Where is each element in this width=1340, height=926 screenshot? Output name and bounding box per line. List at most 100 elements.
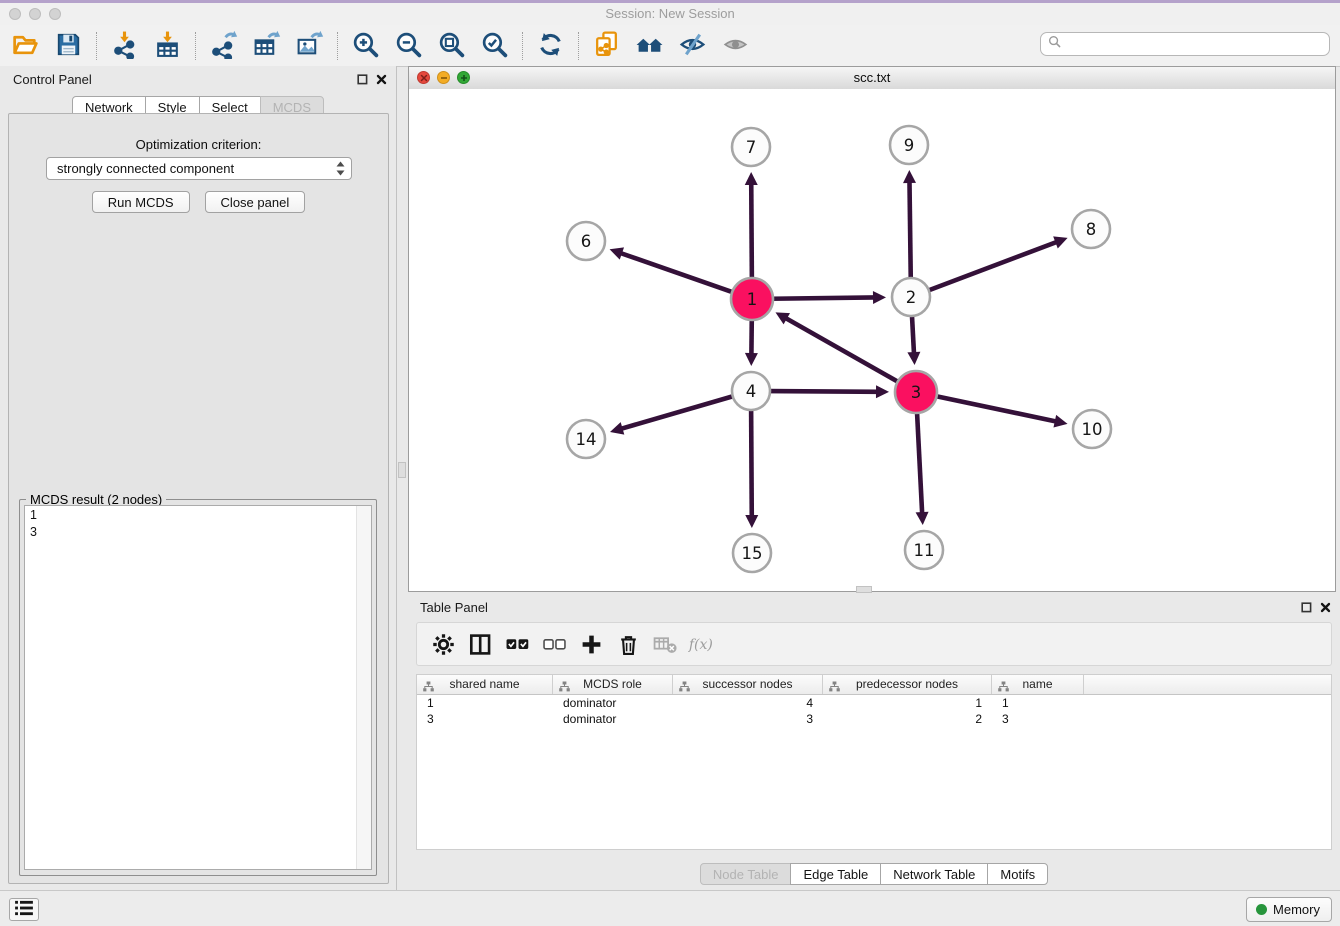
close-panel-button[interactable]: Close panel bbox=[205, 191, 306, 213]
zoom-selected-button[interactable] bbox=[473, 30, 516, 61]
network-zoom-button[interactable] bbox=[457, 71, 470, 84]
import-table-button[interactable] bbox=[146, 30, 189, 61]
network-canvas[interactable]: 1234678910111415 bbox=[409, 89, 1335, 591]
edge-4-15[interactable] bbox=[751, 408, 752, 517]
close-panel-icon[interactable] bbox=[376, 74, 387, 85]
table-body: 1dominator4113dominator323 bbox=[417, 695, 1331, 727]
node-label-11: 11 bbox=[914, 541, 935, 560]
window-controls bbox=[9, 8, 61, 20]
edge-3-10[interactable] bbox=[935, 396, 1057, 422]
edge-arrow-3-11 bbox=[916, 512, 929, 525]
column-header[interactable]: MCDS role bbox=[553, 675, 673, 694]
edge-1-6[interactable] bbox=[620, 253, 734, 293]
table-tab-node-table[interactable]: Node Table bbox=[700, 863, 792, 885]
delete-table-icon bbox=[651, 629, 679, 659]
float-panel-icon[interactable] bbox=[357, 74, 368, 85]
edge-1-7[interactable] bbox=[751, 183, 752, 280]
column-header[interactable]: successor nodes bbox=[673, 675, 823, 694]
network-minimize-button[interactable] bbox=[437, 71, 450, 84]
control-panel-header: Control Panel bbox=[0, 66, 396, 93]
edge-arrow-4-14 bbox=[610, 422, 624, 434]
window-minimize-button[interactable] bbox=[29, 8, 41, 20]
node-label-7: 7 bbox=[746, 138, 757, 157]
table-cell: 3 bbox=[992, 711, 1084, 727]
refresh-button[interactable] bbox=[529, 30, 572, 61]
add-icon[interactable] bbox=[577, 629, 605, 659]
table-panel: Table Panel f(x) shared nameMCDS rolesuc… bbox=[408, 594, 1340, 890]
memory-button[interactable]: Memory bbox=[1246, 897, 1332, 922]
edge-1-2[interactable] bbox=[771, 297, 875, 298]
table-tab-network-table[interactable]: Network Table bbox=[880, 863, 988, 885]
mcds-result-text[interactable]: 1 3 bbox=[24, 505, 372, 870]
columns-icon[interactable] bbox=[466, 629, 494, 659]
edge-arrow-1-4 bbox=[745, 353, 758, 366]
node-label-4: 4 bbox=[746, 382, 757, 401]
zoom-in-button[interactable] bbox=[344, 30, 387, 61]
search-box[interactable] bbox=[1040, 32, 1330, 56]
toolbar-separator bbox=[331, 31, 344, 61]
column-header[interactable]: shared name bbox=[417, 675, 553, 694]
home-network-button[interactable] bbox=[628, 30, 671, 61]
sort-icon bbox=[998, 679, 1009, 697]
save-button[interactable] bbox=[47, 30, 90, 61]
zoom-fit-button[interactable] bbox=[430, 30, 473, 61]
network-close-button[interactable] bbox=[417, 71, 430, 84]
export-image-button[interactable] bbox=[288, 30, 331, 61]
result-scrollbar[interactable] bbox=[356, 506, 371, 869]
edge-4-14[interactable] bbox=[621, 396, 735, 429]
search-input[interactable] bbox=[1065, 36, 1329, 53]
gear-icon[interactable] bbox=[429, 629, 457, 659]
table-toolbar: f(x) bbox=[416, 622, 1332, 666]
vertical-splitter-handle[interactable] bbox=[398, 462, 406, 478]
column-header[interactable]: name bbox=[992, 675, 1084, 694]
toolbar-separator bbox=[572, 31, 585, 61]
import-network-button[interactable] bbox=[103, 30, 146, 61]
node-label-14: 14 bbox=[576, 430, 597, 449]
import-network-icon bbox=[110, 30, 139, 62]
column-header[interactable]: predecessor nodes bbox=[823, 675, 992, 694]
table-row[interactable]: 1dominator411 bbox=[417, 695, 1331, 711]
hide-panel-button[interactable] bbox=[671, 30, 714, 61]
mcds-result-group: MCDS result (2 nodes) 1 3 bbox=[19, 499, 377, 876]
column-label: successor nodes bbox=[702, 677, 792, 691]
close-table-panel-icon[interactable] bbox=[1320, 602, 1331, 613]
column-label: name bbox=[1022, 677, 1052, 691]
edge-4-3[interactable] bbox=[768, 391, 878, 392]
edge-2-9[interactable] bbox=[909, 181, 910, 280]
zoom-fit-icon bbox=[437, 30, 466, 62]
edge-3-1[interactable] bbox=[785, 318, 899, 383]
trash-icon[interactable] bbox=[614, 629, 642, 659]
edge-3-11[interactable] bbox=[917, 411, 922, 514]
table-cell: 3 bbox=[673, 711, 823, 727]
edge-2-3[interactable] bbox=[912, 314, 914, 354]
run-mcds-button[interactable]: Run MCDS bbox=[92, 191, 190, 213]
zoom-selected-icon bbox=[480, 30, 509, 62]
zoom-out-button[interactable] bbox=[387, 30, 430, 61]
export-table-icon bbox=[252, 30, 281, 62]
export-network-button[interactable] bbox=[202, 30, 245, 61]
zoom-in-icon bbox=[351, 30, 380, 62]
table-cell: 1 bbox=[992, 695, 1084, 711]
edge-arrow-4-3 bbox=[876, 385, 889, 398]
table-tab-edge-table[interactable]: Edge Table bbox=[790, 863, 881, 885]
table-tab-motifs[interactable]: Motifs bbox=[987, 863, 1048, 885]
task-history-button[interactable] bbox=[9, 898, 39, 921]
svg-text:f(x): f(x) bbox=[688, 637, 713, 653]
clone-network-button[interactable] bbox=[585, 30, 628, 61]
table-row[interactable]: 3dominator323 bbox=[417, 711, 1331, 727]
unselect-all-icon[interactable] bbox=[540, 629, 568, 659]
edge-arrow-1-7 bbox=[745, 172, 758, 185]
import-table-icon bbox=[153, 30, 182, 62]
edge-2-8[interactable] bbox=[927, 242, 1057, 291]
criterion-select[interactable]: strongly connected component bbox=[46, 157, 352, 180]
window-close-button[interactable] bbox=[9, 8, 21, 20]
fx-icon: f(x) bbox=[688, 629, 716, 659]
export-table-button[interactable] bbox=[245, 30, 288, 61]
window-zoom-button[interactable] bbox=[49, 8, 61, 20]
float-table-panel-icon[interactable] bbox=[1301, 602, 1312, 613]
select-all-icon[interactable] bbox=[503, 629, 531, 659]
open-folder-button[interactable] bbox=[4, 30, 47, 61]
eye-disabled-button[interactable] bbox=[714, 30, 757, 61]
export-image-icon bbox=[295, 30, 324, 62]
horizontal-splitter-handle[interactable] bbox=[856, 586, 872, 593]
